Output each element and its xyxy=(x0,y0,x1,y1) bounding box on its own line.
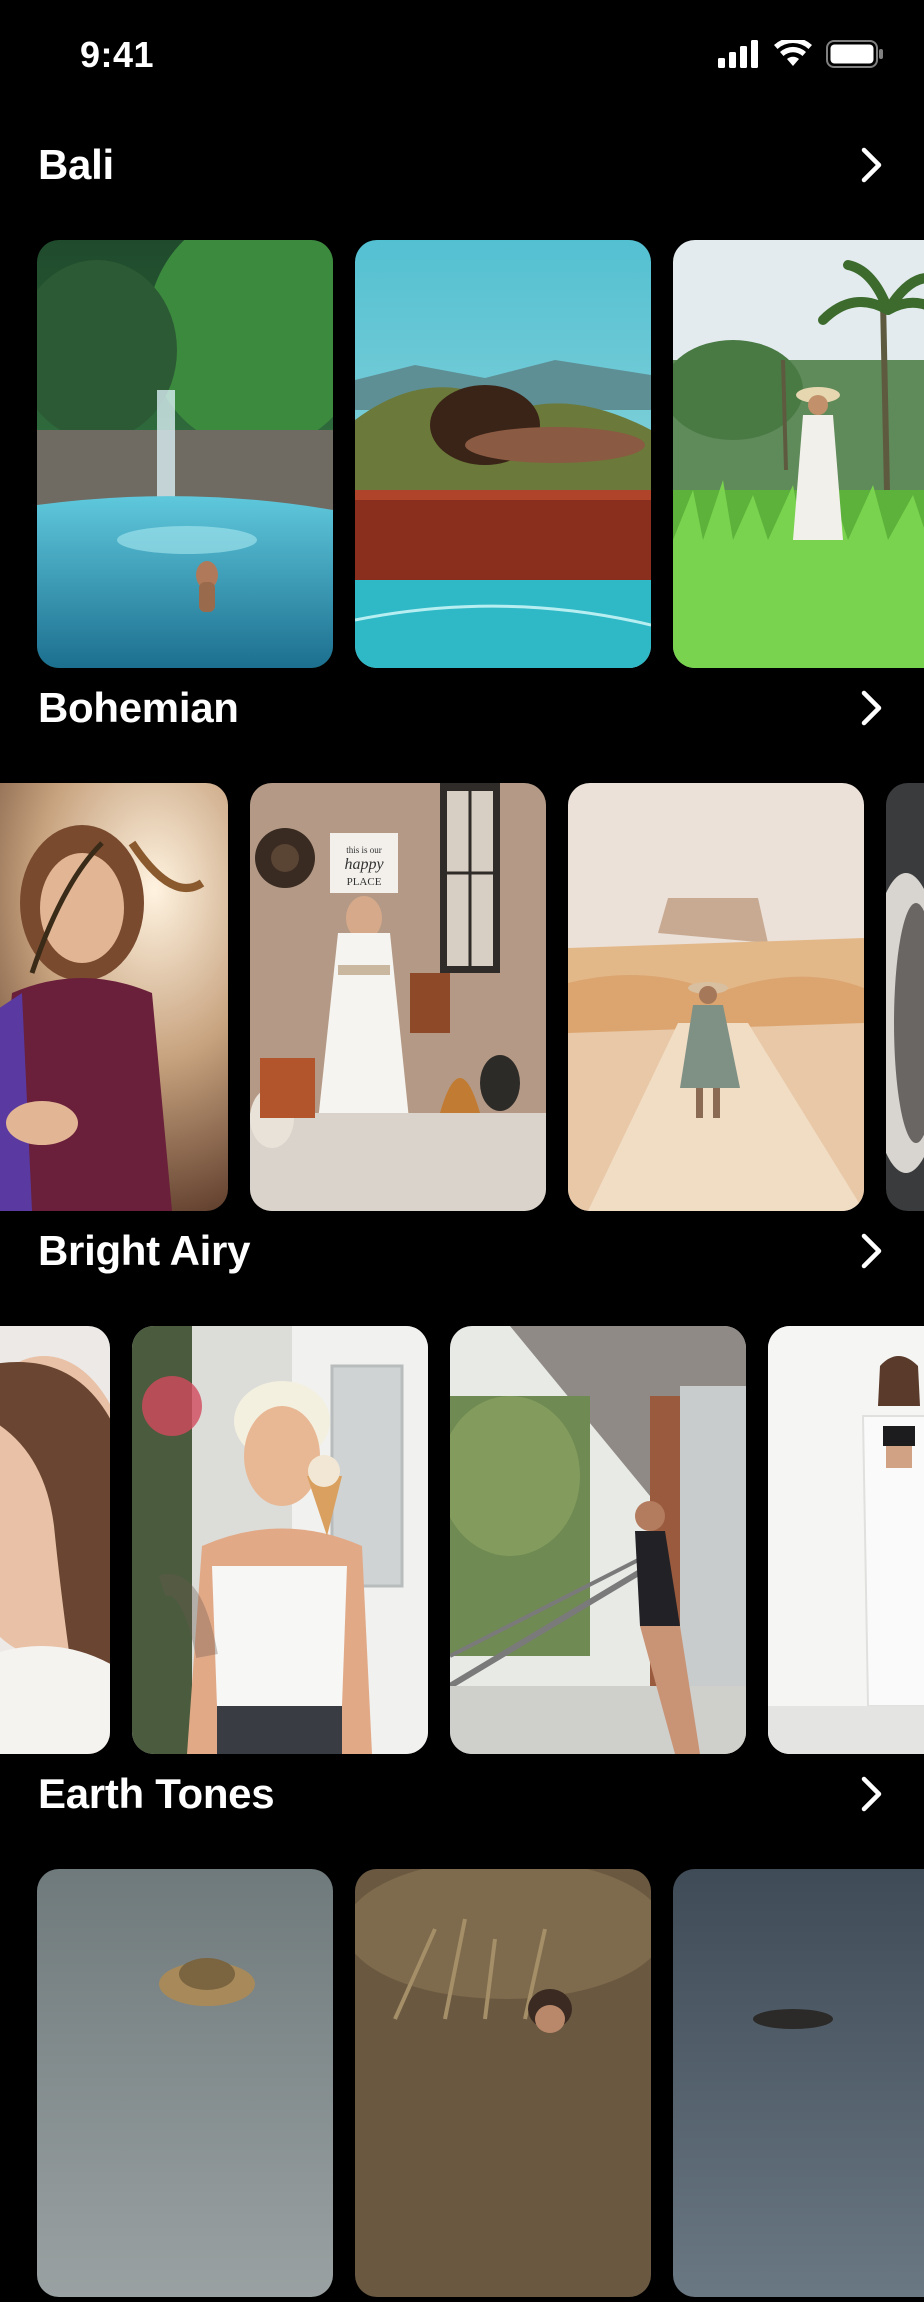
svg-text:this is our: this is our xyxy=(346,845,382,855)
status-time: 9:41 xyxy=(80,34,155,75)
svg-text:PLACE: PLACE xyxy=(347,876,382,888)
section-header[interactable]: Bali xyxy=(38,130,894,200)
photo-wicker-chair xyxy=(886,783,924,1211)
photo-balcony-pose xyxy=(450,1326,746,1754)
photo-dusk-sky xyxy=(673,1869,924,2297)
section-title: Bright Airy xyxy=(38,1227,251,1274)
carousel[interactable] xyxy=(0,240,924,670)
photo-card-feather-portrait[interactable] xyxy=(0,783,228,1211)
photo-straw-hat xyxy=(37,1869,333,2297)
chevron-right-icon[interactable] xyxy=(850,1229,894,1273)
carousel[interactable] xyxy=(0,1869,924,2299)
section-title: Earth Tones xyxy=(38,1770,275,1817)
photo-card-rice-terrace[interactable] xyxy=(673,240,924,668)
photo-desert-road xyxy=(568,783,864,1211)
photo-rice-terrace xyxy=(673,240,924,668)
photo-card-dry-grass[interactable] xyxy=(355,1869,651,2297)
status-icons xyxy=(718,40,884,68)
wifi-icon xyxy=(774,40,812,66)
section-bohemian: Bohemian this is our happy PLACE xyxy=(0,673,924,1216)
section-title: Bohemian xyxy=(38,684,239,731)
chevron-right-icon[interactable] xyxy=(850,1772,894,1816)
photo-card-hair-portrait[interactable] xyxy=(0,1326,110,1754)
section-header[interactable]: Bohemian xyxy=(38,673,894,743)
carousel[interactable] xyxy=(0,1326,924,1756)
battery-icon xyxy=(826,40,883,68)
carousel[interactable]: this is our happy PLACE xyxy=(0,783,924,1213)
chevron-right-icon[interactable] xyxy=(850,686,894,730)
photo-card-boho-interior[interactable]: this is our happy PLACE xyxy=(250,783,546,1211)
photo-hair-portrait xyxy=(0,1326,110,1754)
photo-card-ice-cream[interactable] xyxy=(132,1326,428,1754)
photo-dry-grass xyxy=(355,1869,651,2297)
photo-card-dusk-sky[interactable] xyxy=(673,1869,924,2297)
signal-icon xyxy=(718,40,758,68)
svg-text:happy: happy xyxy=(344,856,384,873)
photo-card-wicker-chair[interactable] xyxy=(886,783,924,1211)
photo-ice-cream xyxy=(132,1326,428,1754)
photo-boho-interior: this is our happy PLACE xyxy=(250,783,546,1211)
photo-card-desert-road[interactable] xyxy=(568,783,864,1211)
section-header[interactable]: Earth Tones xyxy=(38,1759,894,1829)
chevron-right-icon[interactable] xyxy=(850,143,894,187)
photo-feather-portrait xyxy=(0,783,228,1211)
section-bright-airy: Bright Airy xyxy=(0,1216,924,1759)
photo-card-straw-hat[interactable] xyxy=(37,1869,333,2297)
photo-card-waterfall-pool[interactable] xyxy=(37,240,333,668)
section-bali: Bali xyxy=(0,130,924,673)
photo-waterfall-pool xyxy=(37,240,333,668)
photo-card-balcony-pose[interactable] xyxy=(450,1326,746,1754)
status-bar: 9:41 xyxy=(0,0,924,110)
section-header[interactable]: Bright Airy xyxy=(38,1216,894,1286)
section-title: Bali xyxy=(38,141,114,188)
section-earth-tones: Earth Tones xyxy=(0,1759,924,2302)
photo-card-poolside-lounge[interactable] xyxy=(355,240,651,668)
photo-white-studio xyxy=(768,1326,924,1754)
photo-poolside-lounge xyxy=(355,240,651,668)
photo-card-white-studio[interactable] xyxy=(768,1326,924,1754)
